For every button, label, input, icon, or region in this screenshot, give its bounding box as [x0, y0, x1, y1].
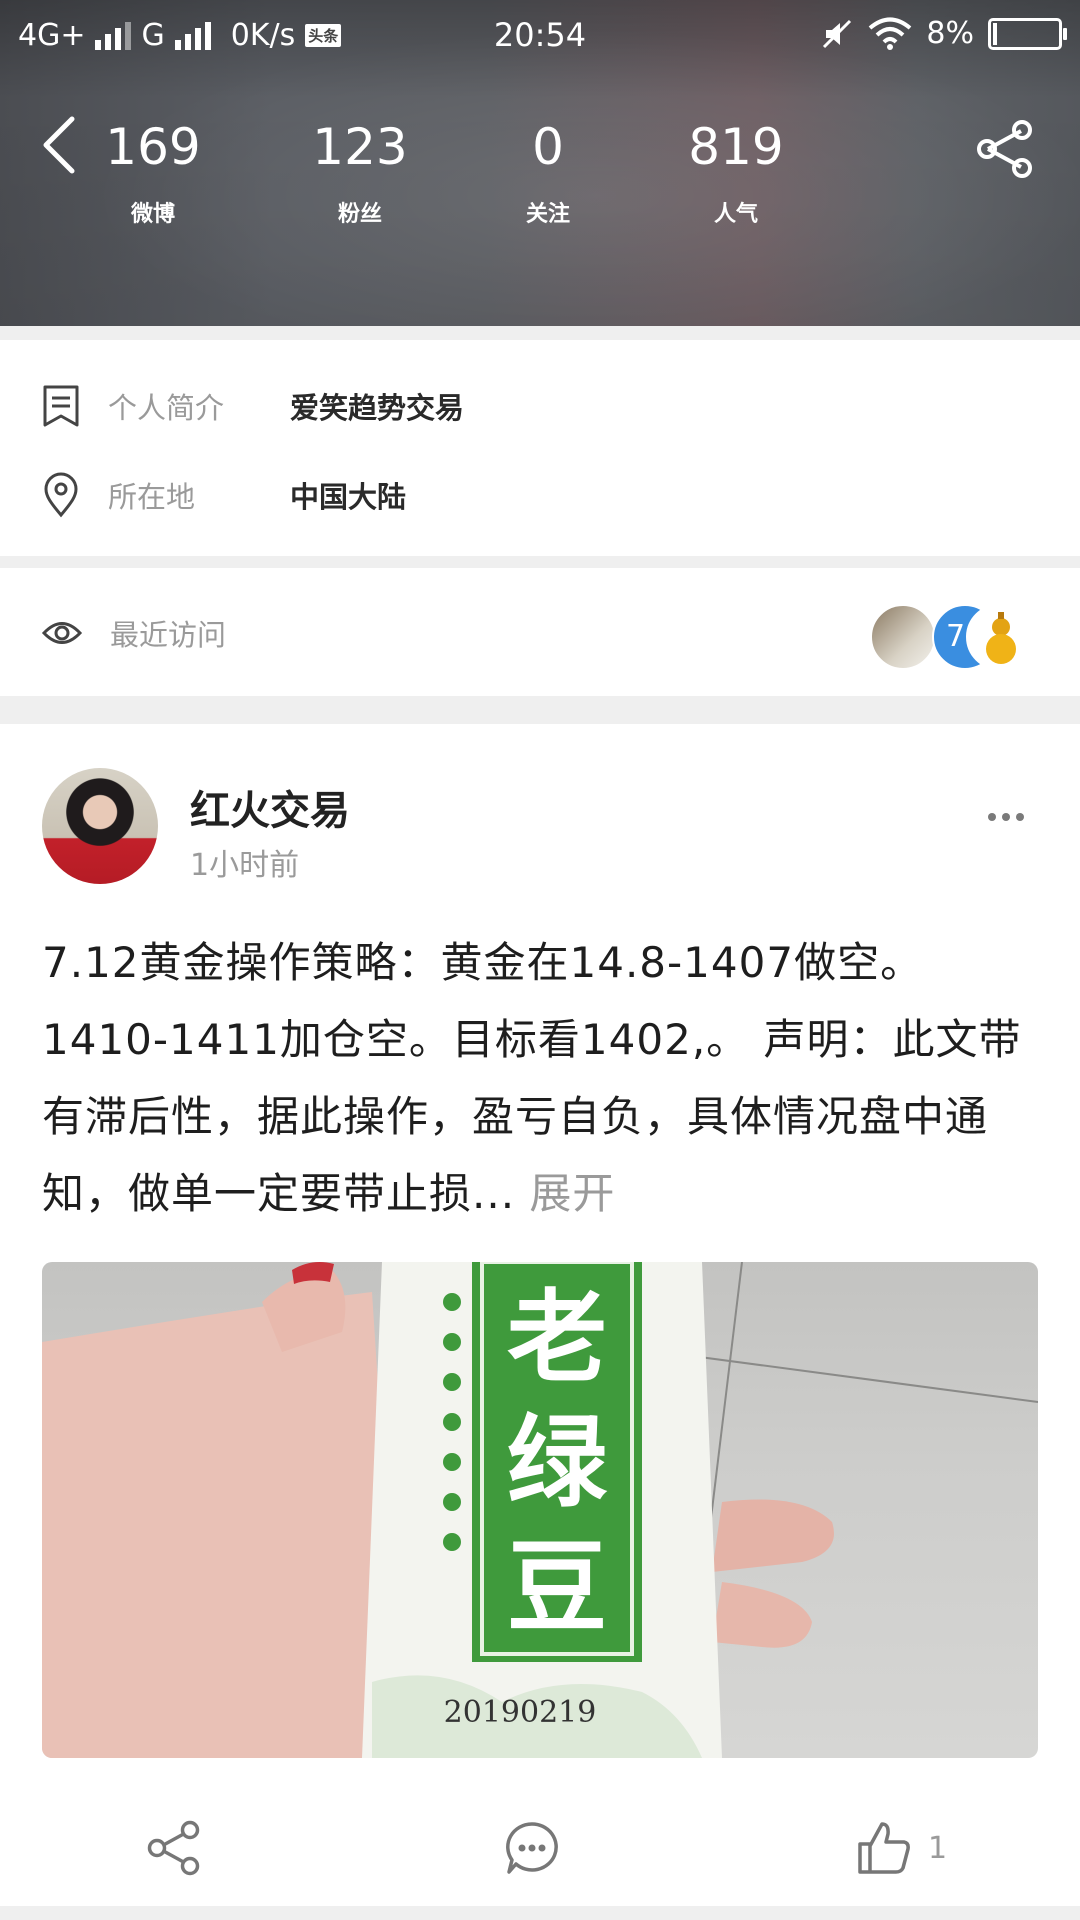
status-bar: 4G+ G 0K/s 头条 20:54 8%: [0, 0, 1080, 70]
location-value: 中国大陆: [290, 480, 407, 514]
location-label: 所在地: [108, 480, 196, 514]
package-char-3: 豆: [507, 1529, 607, 1646]
wifi-icon: [869, 17, 912, 50]
stat-fans[interactable]: 123 粉丝: [270, 118, 450, 228]
mute-icon: [823, 19, 852, 48]
profile-info-card: 个人简介 爱笑趋势交易 所在地 中国大陆: [0, 340, 1080, 556]
expand-link[interactable]: 展开: [529, 1169, 615, 1218]
post-share-icon[interactable]: [146, 1820, 202, 1876]
stat-weibo[interactable]: 169 微博: [63, 118, 243, 228]
battery-icon: [988, 17, 1067, 50]
more-options-icon[interactable]: [988, 808, 1028, 828]
package-char-1: 老: [507, 1279, 607, 1396]
post-time: 1小时前: [190, 848, 300, 883]
recent-visitors-avatars[interactable]: 7: [870, 604, 1032, 670]
stat-following-label: 关注: [525, 202, 570, 227]
stat-following-value: 0: [532, 118, 564, 176]
recent-visits-card[interactable]: 最近访问 7: [0, 568, 1080, 696]
bio-value: 爱笑趋势交易: [290, 391, 465, 425]
post-image[interactable]: 老 绿 豆 20190219: [42, 1262, 1038, 1758]
location-pin-icon: [44, 472, 78, 518]
bio-label: 个人简介: [108, 391, 225, 425]
author-avatar[interactable]: [42, 768, 158, 884]
stat-weibo-label: 微博: [130, 202, 175, 227]
battery-percent: 8%: [926, 16, 974, 51]
like-count: 1: [928, 1830, 948, 1866]
package-char-2: 绿: [507, 1404, 608, 1521]
stat-following[interactable]: 0 关注: [458, 118, 638, 228]
bio-icon: [43, 385, 79, 427]
post-image-drawing: 老 绿 豆 20190219: [42, 1262, 1038, 1758]
stat-popularity-value: 819: [688, 118, 784, 176]
eye-icon: [42, 622, 82, 644]
recent-visits-row: 最近访问: [42, 612, 272, 654]
package-code: 20190219: [444, 1695, 597, 1730]
like-button[interactable]: 1: [856, 1820, 947, 1876]
comment-icon[interactable]: [504, 1820, 560, 1876]
bottom-divider: [0, 1906, 1080, 1920]
stat-fans-label: 粉丝: [337, 202, 382, 227]
share-icon[interactable]: [974, 118, 1036, 180]
visitor-avatar: [870, 604, 936, 670]
recent-visits-label: 最近访问: [110, 618, 227, 652]
gourd-avatar-icon: [966, 604, 1032, 670]
stat-fans-value: 123: [312, 118, 408, 176]
stat-popularity[interactable]: 819 人气: [646, 118, 826, 228]
location-row: 所在地 中国大陆: [42, 472, 406, 518]
stat-weibo-value: 169: [105, 118, 201, 176]
post-text: 7.12黄金操作策略：黄金在14.8-1407做空。1410-1411加仓空。目…: [42, 924, 1042, 1232]
bio-row: 个人简介 爱笑趋势交易: [42, 384, 464, 428]
stat-popularity-label: 人气: [713, 202, 758, 227]
thumbs-up-icon: [858, 1822, 910, 1874]
author-name[interactable]: 红火交易: [190, 778, 350, 836]
